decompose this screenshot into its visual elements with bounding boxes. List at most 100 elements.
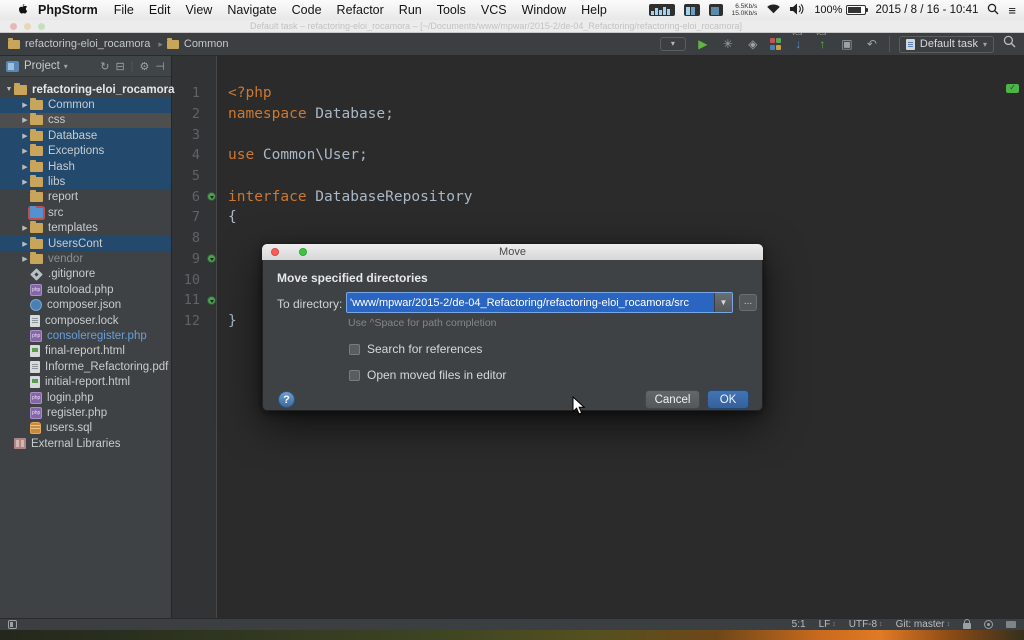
open-moved-files-checkbox[interactable]: Open moved files in editor	[349, 368, 506, 382]
code-line-2[interactable]: 2namespace Database;	[172, 104, 1024, 125]
cancel-button[interactable]: Cancel	[645, 390, 700, 409]
menu-code[interactable]: Code	[292, 3, 322, 17]
minimize-window-icon[interactable]	[24, 23, 31, 30]
implemented-marker-icon[interactable]	[207, 254, 216, 263]
notification-center-icon[interactable]: ≡	[1008, 3, 1016, 18]
tree-item-exceptions[interactable]: ▶Exceptions	[0, 144, 171, 159]
tree-item-refactoring-eloi-rocamora[interactable]: ▼refactoring-eloi_rocamora	[0, 82, 171, 97]
tree-item-final-report-html[interactable]: final-report.html	[0, 344, 171, 359]
expand-arrow-icon[interactable]: ▶	[20, 178, 30, 186]
menu-edit[interactable]: Edit	[149, 3, 171, 17]
tree-item-users-sql[interactable]: users.sql	[0, 421, 171, 436]
code-line-3[interactable]: 3	[172, 124, 1024, 145]
checkbox-icon[interactable]	[349, 344, 360, 355]
event-log-icon[interactable]	[1006, 621, 1016, 628]
tree-item-consoleregister-php[interactable]: consoleregister.php	[0, 328, 171, 343]
vcs-update-button[interactable]: VCS↓	[791, 35, 806, 53]
volume-icon[interactable]	[790, 3, 805, 18]
help-button[interactable]: ?	[278, 391, 295, 408]
expand-arrow-icon[interactable]: ▶	[20, 116, 30, 124]
expand-arrow-icon[interactable]: ▶	[20, 240, 30, 248]
combo-dropdown-icon[interactable]: ▼	[714, 293, 732, 312]
tree-item-informe-refactoring-pdf[interactable]: Informe_Refactoring.pdf	[0, 359, 171, 374]
encoding-widget[interactable]: UTF-8↕	[849, 619, 883, 630]
tree-item-database[interactable]: ▶Database	[0, 128, 171, 143]
highlighting-level-icon[interactable]	[984, 620, 993, 629]
tree-item-external-libraries[interactable]: External Libraries	[0, 436, 171, 451]
zoom-window-icon[interactable]	[38, 23, 45, 30]
scroll-from-source-icon[interactable]: ↻	[100, 60, 109, 73]
dialog-zoom-icon[interactable]	[299, 248, 307, 256]
rollback-icon[interactable]: ↶	[864, 37, 880, 51]
menu-view[interactable]: View	[185, 3, 212, 17]
apple-menu-icon[interactable]	[16, 3, 28, 17]
tree-item-initial-report-html[interactable]: initial-report.html	[0, 374, 171, 389]
menu-help[interactable]: Help	[581, 3, 607, 17]
menu-run[interactable]: Run	[399, 3, 422, 17]
expand-arrow-icon[interactable]: ▼	[4, 86, 14, 93]
network-speed[interactable]: 6.5Kb/s15.0Kb/s	[732, 3, 758, 17]
show-changes-icon[interactable]: ▣	[839, 37, 855, 51]
battery-status[interactable]: 100%	[814, 4, 866, 16]
tree-item-userscont[interactable]: ▶UsersCont	[0, 236, 171, 251]
expand-arrow-icon[interactable]: ▶	[20, 224, 30, 232]
close-window-icon[interactable]	[10, 23, 17, 30]
tree-item-report[interactable]: report	[0, 190, 171, 205]
expand-arrow-icon[interactable]: ▶	[20, 255, 30, 263]
breadcrumb-common[interactable]: Common	[167, 38, 229, 50]
tree-item-css[interactable]: ▶css	[0, 113, 171, 128]
tree-item-hash[interactable]: ▶Hash	[0, 159, 171, 174]
tree-item-common[interactable]: ▶Common	[0, 97, 171, 112]
menu-file[interactable]: File	[114, 3, 134, 17]
tree-item-composer-lock[interactable]: composer.lock	[0, 313, 171, 328]
app-menu-phpstorm[interactable]: PhpStorm	[38, 3, 98, 17]
menu-window[interactable]: Window	[522, 3, 566, 17]
git-branch-widget[interactable]: Git: master↕	[896, 619, 950, 630]
menu-navigate[interactable]: Navigate	[227, 3, 276, 17]
tree-item-src[interactable]: src	[0, 205, 171, 220]
to-directory-value[interactable]: 'www/mpwar/2015-2/de-04_Refactoring/refa…	[347, 297, 714, 309]
tree-item-composer-json[interactable]: composer.json	[0, 297, 171, 312]
run-button[interactable]: ▶	[695, 37, 711, 51]
tool-window-switcher-icon[interactable]	[8, 620, 17, 629]
tree-item-login-php[interactable]: login.php	[0, 390, 171, 405]
menu-bar-clock[interactable]: 2015 / 8 / 16 - 10:41	[875, 4, 978, 16]
profiler-icon[interactable]: ◈	[745, 37, 761, 51]
code-line-7[interactable]: 7{	[172, 207, 1024, 228]
expand-arrow-icon[interactable]: ▶	[20, 132, 30, 140]
menu-refactor[interactable]: Refactor	[337, 3, 384, 17]
spotlight-search-icon[interactable]	[987, 3, 999, 18]
browse-button[interactable]: ...	[739, 294, 757, 311]
implemented-marker-icon[interactable]	[207, 192, 216, 201]
dialog-close-icon[interactable]	[271, 248, 279, 256]
colored-grid-icon[interactable]	[770, 38, 782, 50]
wifi-icon[interactable]	[766, 3, 781, 17]
tree-item-register-php[interactable]: register.php	[0, 405, 171, 420]
menu-vcs[interactable]: VCS	[481, 3, 507, 17]
settings-gear-icon[interactable]: ⚙	[140, 60, 150, 73]
run-with-coverage-icon[interactable]: ✳	[720, 37, 736, 51]
expand-arrow-icon[interactable]: ▶	[20, 147, 30, 155]
tree-item-vendor[interactable]: ▶vendor	[0, 251, 171, 266]
search-for-references-checkbox[interactable]: Search for references	[349, 342, 482, 356]
code-line-1[interactable]: 1<?php	[172, 83, 1024, 104]
search-everywhere-icon[interactable]	[1003, 35, 1016, 53]
menu-tools[interactable]: Tools	[437, 3, 466, 17]
vcs-commit-button[interactable]: VCS↑	[815, 35, 830, 53]
tree-item-templates[interactable]: ▶templates	[0, 221, 171, 236]
checkbox-icon[interactable]	[349, 370, 360, 381]
default-task-combo[interactable]: Default task ▾	[899, 36, 994, 53]
write-access-lock-icon[interactable]	[963, 623, 971, 629]
code-line-5[interactable]: 5	[172, 166, 1024, 187]
run-configuration-combo[interactable]: ▾	[660, 37, 686, 51]
tree-item--gitignore[interactable]: .gitignore	[0, 267, 171, 282]
tree-item-autoload-php[interactable]: autoload.php	[0, 282, 171, 297]
breadcrumb-project[interactable]: refactoring-eloi_rocamora	[8, 38, 150, 50]
line-ending-widget[interactable]: LF↕	[819, 619, 836, 630]
istat-disk-meter-icon[interactable]	[709, 4, 723, 16]
ok-button[interactable]: OK	[707, 390, 749, 409]
project-panel-header[interactable]: Project ▾ ↻ ⊟ | ⚙ ⊣	[0, 56, 171, 77]
inspection-ok-indicator[interactable]: ✓	[1006, 84, 1019, 93]
to-directory-combobox[interactable]: 'www/mpwar/2015-2/de-04_Refactoring/refa…	[346, 292, 733, 313]
code-line-4[interactable]: 4use Common\User;	[172, 145, 1024, 166]
